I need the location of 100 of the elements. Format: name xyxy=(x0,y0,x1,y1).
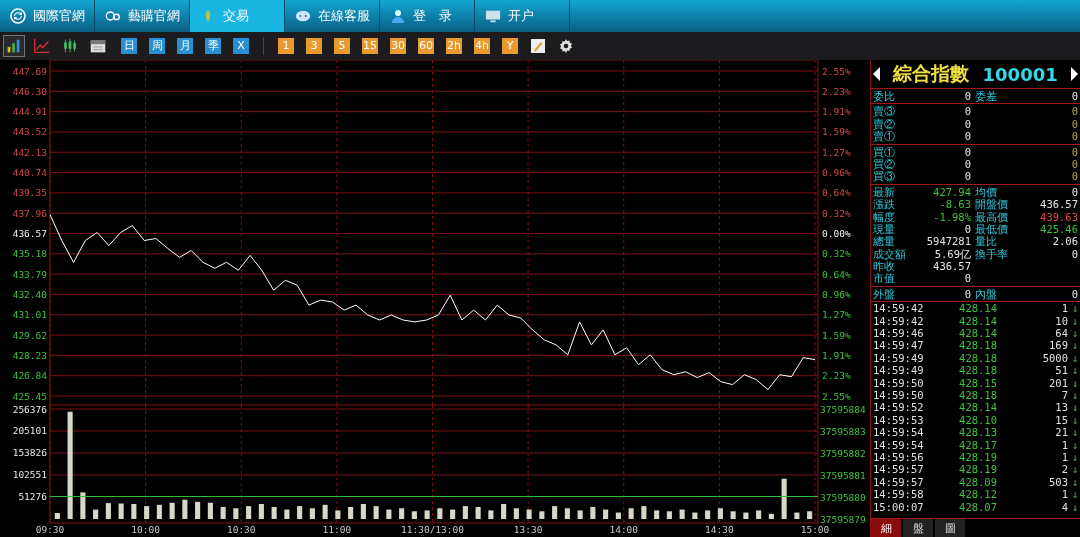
interval-button[interactable]: 1 xyxy=(278,38,294,54)
volume-bar xyxy=(411,511,417,519)
trade-volume: 21 xyxy=(1054,426,1068,439)
volume-bar xyxy=(475,507,481,519)
volume-bar xyxy=(297,506,303,519)
volume-bar xyxy=(182,499,188,519)
trade-volume: 503 xyxy=(1048,475,1068,489)
volume-bar xyxy=(768,513,774,519)
axis-label: 439.35 xyxy=(12,187,47,199)
period-button[interactable]: 日 xyxy=(121,38,137,54)
next-icon[interactable] xyxy=(1071,67,1078,81)
interval-button[interactable]: 30 xyxy=(390,38,406,54)
field-label: 賣② xyxy=(873,117,896,131)
field-label: 換手率 xyxy=(975,247,1009,261)
field-label: 漲跌 xyxy=(873,198,896,211)
axis-label: 37595882 xyxy=(820,447,866,459)
field-value: 0 xyxy=(963,90,971,103)
axis-label: 425.45 xyxy=(12,390,47,402)
trade-volume: 1 xyxy=(1060,450,1068,464)
axis-label: 2.23% xyxy=(822,370,851,382)
nav-tab[interactable]: 交易 xyxy=(190,0,285,32)
volume-bar xyxy=(284,509,290,519)
axis-label: 256376 xyxy=(12,405,47,415)
trade-direction: ↓ xyxy=(1070,389,1078,402)
volume-bar xyxy=(399,508,405,519)
axis-label: 1.59% xyxy=(822,329,851,341)
bar-chart-icon[interactable] xyxy=(3,35,25,57)
trade-direction: ↓ xyxy=(1070,488,1078,501)
trade-volume: 13 xyxy=(1054,401,1068,414)
field-label: 市值 xyxy=(873,272,896,285)
settings-icon[interactable] xyxy=(558,38,574,54)
trade-direction: ↓ xyxy=(1070,302,1078,315)
trade-direction: ↓ xyxy=(1070,426,1078,439)
field-value: -1.98% xyxy=(932,210,971,223)
volume-bar xyxy=(271,507,277,519)
period-button[interactable]: X xyxy=(233,38,249,54)
volume-bar xyxy=(437,508,443,519)
axis-label: 432.40 xyxy=(12,288,47,300)
field-value: 0 xyxy=(1070,90,1078,103)
volume-bar xyxy=(220,507,226,519)
volume-bar xyxy=(628,508,634,519)
trade-time: 14:59:50 xyxy=(873,376,925,389)
interval-button[interactable]: 3 xyxy=(306,38,322,54)
axis-label: 37595884 xyxy=(820,405,866,415)
axis-label: 153826 xyxy=(12,447,47,459)
axis-label: 37595881 xyxy=(820,469,866,481)
field-value: 5.69亿 xyxy=(933,247,971,261)
field-value: 0 xyxy=(963,157,971,171)
interval-button[interactable]: 2h xyxy=(446,38,462,54)
interval-button[interactable]: Y xyxy=(502,38,518,54)
trade-volume: 7 xyxy=(1060,389,1068,402)
trade-volume: 2 xyxy=(1060,463,1068,476)
trade-direction: ↓ xyxy=(1070,463,1078,476)
axis-label: 0.64% xyxy=(822,187,851,199)
volume-bar xyxy=(488,510,494,519)
volume-bar xyxy=(322,504,328,519)
volume-bar xyxy=(577,510,583,519)
axis-label: 10:00 xyxy=(131,524,160,535)
axis-label: 11:00 xyxy=(322,524,352,535)
trade-direction: ↓ xyxy=(1070,339,1078,352)
panel-tab[interactable]: 圖 xyxy=(935,519,965,537)
previous-icon[interactable] xyxy=(873,67,880,81)
trade-price: 428.18 xyxy=(958,351,997,365)
interval-button[interactable]: 4h xyxy=(474,38,490,54)
field-label: 成交額 xyxy=(873,247,907,261)
interval-button[interactable]: 15 xyxy=(362,38,378,54)
panel-tab[interactable]: 細 xyxy=(871,519,901,537)
period-button[interactable]: 周 xyxy=(149,38,165,54)
trade-time: 14:59:58 xyxy=(873,488,925,501)
field-label: 外盤 xyxy=(873,287,896,301)
field-value: 0 xyxy=(1070,145,1078,158)
field-value: 0 xyxy=(963,130,971,143)
volume-bar xyxy=(169,502,175,519)
volume-bar xyxy=(743,512,749,519)
trade-price: 428.13 xyxy=(958,426,997,439)
period-button[interactable]: 月 xyxy=(177,38,193,54)
volume-bar xyxy=(552,506,558,519)
volume-bar xyxy=(156,504,162,519)
trade-price: 428.12 xyxy=(958,488,997,501)
volume-bar xyxy=(615,512,621,519)
period-button[interactable]: 季 xyxy=(205,38,221,54)
trade-volume: 201 xyxy=(1048,376,1068,389)
trade-time: 14:59:57 xyxy=(873,475,925,489)
trade-direction: ↓ xyxy=(1070,475,1078,489)
axis-label: 0.32% xyxy=(822,207,851,219)
trade-time: 14:59:42 xyxy=(873,302,925,315)
trade-time: 14:59:42 xyxy=(873,314,925,328)
person-icon xyxy=(390,8,406,24)
pencil-icon[interactable] xyxy=(530,38,546,54)
field-value: 0 xyxy=(963,145,971,158)
volume-bar xyxy=(756,510,762,519)
interval-button[interactable]: 60 xyxy=(418,38,434,54)
axis-label: 428.23 xyxy=(12,349,47,361)
volume-bar xyxy=(654,510,660,519)
interval-button[interactable]: 5 xyxy=(334,38,350,54)
panel-tab[interactable]: 盤 xyxy=(903,519,933,537)
axis-label: 0.64% xyxy=(822,268,851,280)
field-label: 均價 xyxy=(975,185,998,199)
axis-label: 1.27% xyxy=(822,309,851,321)
trade-time: 14:59:52 xyxy=(873,401,925,414)
